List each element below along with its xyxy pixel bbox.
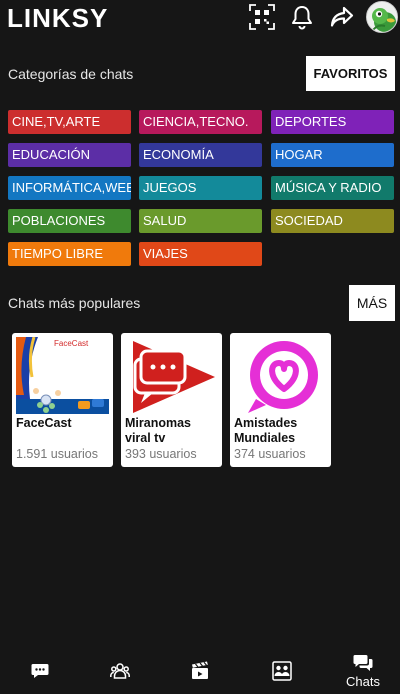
favorites-button[interactable]: FAVORITOS [306,56,395,91]
category-chip[interactable]: SALUD [139,209,262,233]
category-chip[interactable]: CIENCIA,TECNO. [139,110,262,134]
group-icon [110,663,130,679]
clapperboard-icon [192,661,208,679]
category-chip[interactable]: POBLACIONES [8,209,131,233]
notifications-bell-icon[interactable] [287,2,317,32]
top-bar: LINKSY [0,0,400,36]
chat-name: Miranomas viral tv [125,416,191,445]
chat-user-count: 1.591 usuarios [16,447,99,461]
chat-name: FaceCast [16,416,72,430]
chat-card-amistades[interactable]: Amistades Mundiales 374 usuarios [230,333,331,467]
category-chip[interactable]: DEPORTES [271,110,394,134]
category-chip[interactable]: MÚSICA Y RADIO [271,176,394,200]
category-chip[interactable]: TIEMPO LIBRE [8,242,131,266]
category-chip[interactable]: ECONOMÍA [139,143,262,167]
user-avatar[interactable] [366,1,398,33]
app-logo: LINKSY [7,3,109,33]
category-chip[interactable]: INFORMÁTICA,WEB [8,176,131,200]
chat-name: Amistades Mundiales [234,416,298,445]
chat-thumbnail: FaceCast [16,337,109,414]
nav-chats-label: Chats [346,674,380,689]
chat-user-count: 393 usuarios [125,447,197,461]
nav-contacts[interactable] [252,648,312,694]
nav-messages[interactable] [10,648,70,694]
more-button[interactable]: MÁS [349,285,395,321]
category-chip[interactable]: EDUCACIÓN [8,143,131,167]
contacts-icon [272,661,292,681]
chats-icon [353,655,373,671]
category-chip[interactable]: CINE,TV,ARTE [8,110,131,134]
nav-media[interactable] [170,648,230,694]
category-chip[interactable]: JUEGOS [139,176,262,200]
bottom-navigation: Chats [0,648,400,694]
popular-chats-title: Chats más populares [8,295,141,311]
chat-card-miranomas[interactable]: Miranomas viral tv 393 usuarios [121,333,222,467]
category-chip[interactable]: VIAJES [139,242,262,266]
chat-card-facecast[interactable]: FaceCast FaceCast 1.591 usuarios [12,333,113,467]
message-icon [31,664,49,678]
category-chip[interactable]: SOCIEDAD [271,209,394,233]
qr-code-icon[interactable] [247,2,277,32]
nav-groups[interactable] [90,648,150,694]
chat-user-count: 374 usuarios [234,447,306,461]
chat-thumbnail [234,337,327,414]
share-icon[interactable] [327,2,357,32]
nav-chats[interactable]: Chats [333,648,393,694]
category-chip[interactable]: HOGAR [271,143,394,167]
categories-title: Categorías de chats [8,66,134,82]
chat-thumbnail [125,337,218,414]
facecast-thumb-text: FaceCast [54,339,89,348]
